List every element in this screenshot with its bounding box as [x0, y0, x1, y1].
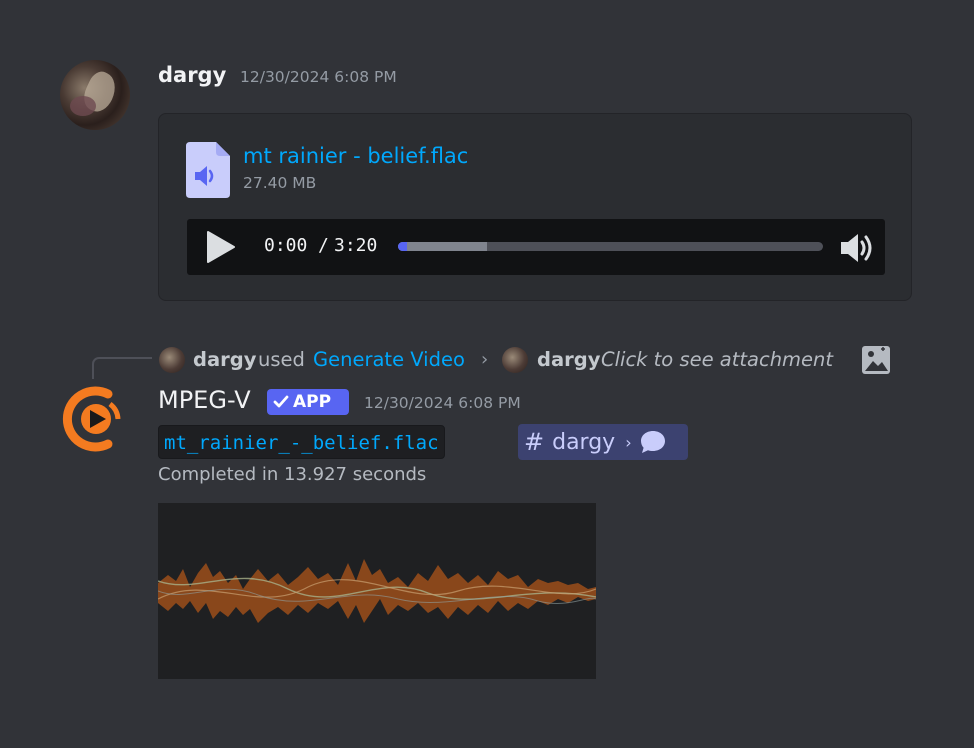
channel-mention[interactable]: # dargy › — [518, 424, 688, 460]
image-icon[interactable] — [861, 345, 891, 375]
video-preview[interactable] — [158, 503, 596, 679]
time-separator: / — [318, 235, 329, 256]
play-icon[interactable] — [204, 230, 236, 264]
chevron-right-icon: › — [625, 432, 632, 452]
audio-file-icon — [186, 142, 230, 198]
target-username[interactable]: dargy — [537, 348, 600, 371]
file-size: 27.40 MB — [243, 174, 317, 192]
timestamp: 12/30/2024 6:08 PM — [240, 68, 397, 86]
user-avatar[interactable] — [60, 60, 130, 130]
hash-icon: # — [524, 428, 545, 456]
app-badge-label: APP — [293, 392, 332, 412]
bot-username[interactable]: MPEG-V — [158, 386, 251, 414]
command-link[interactable]: Generate Video — [313, 348, 465, 371]
target-avatar[interactable] — [502, 347, 528, 373]
duration: 3:20 — [334, 235, 378, 256]
app-badge: APP — [267, 389, 349, 415]
username[interactable]: dargy — [158, 63, 226, 87]
see-attachment-link[interactable]: Click to see attachment — [601, 348, 833, 371]
reply-username[interactable]: dargy — [193, 348, 256, 371]
completion-status: Completed in 13.927 seconds — [158, 464, 427, 485]
buffered-fill — [398, 242, 488, 251]
timestamp: 12/30/2024 6:08 PM — [364, 394, 521, 412]
chevron-right-icon: › — [481, 349, 489, 370]
volume-icon[interactable] — [838, 229, 876, 267]
file-name-link[interactable]: mt rainier - belief.flac — [243, 144, 468, 168]
played-fill — [398, 242, 407, 251]
checkmark-icon — [273, 395, 289, 408]
thread-icon — [640, 431, 665, 453]
channel-name: dargy — [552, 429, 616, 455]
reply-avatar[interactable] — [159, 347, 185, 373]
reply-spine — [92, 357, 152, 379]
mpegv-avatar[interactable] — [60, 384, 130, 454]
reply-used-text: used — [258, 348, 305, 371]
current-time: 0:00 — [264, 235, 308, 256]
file-code-chip: mt_rainier_-_belief.flac — [158, 425, 445, 459]
progress-bar[interactable] — [398, 242, 823, 251]
